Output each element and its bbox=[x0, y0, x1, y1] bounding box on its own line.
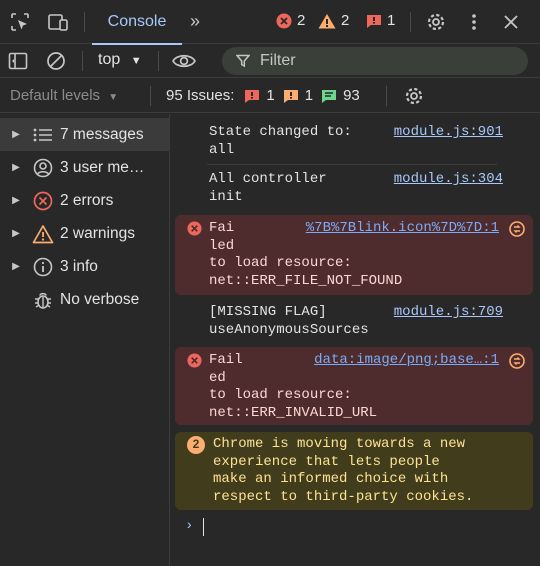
issues-badge[interactable]: 1 bbox=[366, 12, 395, 29]
console-messages: State changed to: all module.js:901 All … bbox=[171, 114, 540, 566]
error-icon bbox=[187, 353, 202, 368]
tab-console[interactable]: Console bbox=[92, 0, 182, 45]
context-selector[interactable]: top ▼ bbox=[98, 51, 142, 69]
network-request-icon[interactable] bbox=[509, 353, 525, 369]
console-message-warning: 2 Chrome is moving towards a new experie… bbox=[175, 432, 533, 510]
console-input-caret[interactable] bbox=[203, 518, 204, 536]
sidebar-item-label: 2 warnings bbox=[60, 224, 135, 242]
console-message-log: All controller init module.js:304 bbox=[175, 171, 533, 207]
info-icon bbox=[26, 257, 60, 277]
settings-gear-icon[interactable] bbox=[424, 10, 448, 34]
issue-warning-count: 1 bbox=[304, 87, 314, 104]
toolbar-divider bbox=[84, 12, 85, 32]
network-request-icon[interactable] bbox=[509, 221, 525, 237]
live-expression-eye-icon[interactable] bbox=[172, 49, 196, 73]
error-icon bbox=[187, 221, 202, 236]
expand-arrow-icon[interactable]: ▶ bbox=[0, 228, 26, 239]
expand-arrow-icon[interactable]: ▶ bbox=[0, 261, 26, 272]
log-levels-dropdown[interactable]: Default levels ▼ bbox=[10, 87, 118, 104]
message-text: All controller init bbox=[209, 171, 327, 205]
error-icon bbox=[26, 191, 60, 211]
log-levels-label: Default levels bbox=[10, 87, 101, 104]
warnings-badge[interactable]: 2 bbox=[318, 12, 349, 29]
sidebar-item-info[interactable]: ▶ 3 info bbox=[0, 250, 170, 283]
issue-info-count: 93 bbox=[343, 87, 360, 104]
expand-arrow-icon[interactable]: ▶ bbox=[0, 129, 26, 140]
errors-count: 2 bbox=[297, 12, 306, 29]
chevron-down-icon: ▼ bbox=[130, 55, 142, 67]
toolbar-divider bbox=[150, 86, 151, 106]
sidebar-item-errors[interactable]: ▶ 2 errors bbox=[0, 184, 170, 217]
devtools-tab-bar: Console » 2 2 1 bbox=[0, 0, 540, 45]
message-source-link[interactable]: module.js:304 bbox=[394, 171, 503, 189]
console-sidebar: ▶ 7 messages ▶ 3 user me… ▶ 2 errors ▶ 2… bbox=[0, 114, 170, 566]
repeat-count-badge: 2 bbox=[187, 436, 205, 454]
warnings-count: 2 bbox=[341, 12, 350, 29]
sidebar-item-label: 2 errors bbox=[60, 191, 114, 209]
clear-console-icon[interactable] bbox=[44, 49, 68, 73]
sidebar-item-user-messages[interactable]: ▶ 3 user me… bbox=[0, 151, 170, 184]
sidebar-item-label: 3 info bbox=[60, 257, 98, 275]
user-icon bbox=[26, 158, 60, 178]
expand-arrow-icon[interactable]: ▶ bbox=[0, 195, 26, 206]
console-prompt-chevron-icon: › bbox=[185, 518, 194, 534]
message-text: [MISSING FLAG] useAnonymousSources bbox=[209, 304, 369, 338]
chevron-down-icon: ▼ bbox=[108, 92, 119, 103]
more-options-icon[interactable] bbox=[462, 10, 486, 34]
sidebar-item-label: No verbose bbox=[60, 290, 140, 308]
console-settings-gear-icon[interactable] bbox=[402, 84, 426, 108]
console-message-error: Fail ed to load resource: net::ERR_INVAL… bbox=[175, 347, 533, 425]
console-toolbar: top ▼ Filter bbox=[0, 44, 540, 78]
warning-icon bbox=[26, 224, 60, 244]
console-message-log: [MISSING FLAG] useAnonymousSources modul… bbox=[175, 304, 533, 340]
message-source-link[interactable]: module.js:709 bbox=[394, 304, 503, 322]
inspect-element-icon[interactable] bbox=[8, 10, 32, 34]
bug-icon bbox=[26, 290, 60, 310]
warning-icon bbox=[318, 13, 336, 28]
message-source-link[interactable]: data:image/png;base…:1 bbox=[314, 352, 499, 370]
sidebar-item-label: 3 user me… bbox=[60, 158, 145, 176]
message-source-link[interactable]: module.js:901 bbox=[394, 124, 503, 142]
console-message-error: Fai led to load resource: net::ERR_FILE_… bbox=[175, 215, 533, 295]
errors-badge[interactable]: 2 bbox=[276, 12, 305, 29]
expand-arrow-icon[interactable]: ▶ bbox=[0, 162, 26, 173]
issue-error-icon bbox=[245, 89, 260, 103]
sidebar-item-label: 7 messages bbox=[60, 125, 144, 143]
issues-count: 1 bbox=[387, 12, 396, 29]
filter-placeholder: Filter bbox=[260, 52, 296, 69]
sidebar-item-messages[interactable]: ▶ 7 messages bbox=[0, 118, 170, 151]
filter-funnel-icon bbox=[236, 54, 250, 68]
filter-input[interactable]: Filter bbox=[222, 47, 528, 75]
close-icon[interactable] bbox=[499, 10, 523, 34]
issue-error-count: 1 bbox=[266, 87, 275, 104]
toolbar-divider bbox=[158, 51, 159, 71]
message-source-link[interactable]: %7B%7Blink.icon%7D%7D:1 bbox=[306, 220, 499, 238]
error-icon bbox=[276, 13, 292, 28]
issue-info-icon bbox=[322, 89, 337, 103]
levels-toolbar: Default levels ▼ 95 Issues: 1 1 93 bbox=[0, 79, 540, 113]
list-icon bbox=[26, 128, 60, 142]
toolbar-divider bbox=[82, 51, 83, 71]
console-message-log: State changed to: all module.js:901 bbox=[175, 124, 533, 160]
context-label: top bbox=[98, 51, 121, 68]
issues-label: 95 Issues: bbox=[166, 87, 235, 104]
issue-warning-icon bbox=[283, 89, 298, 103]
message-text: Chrome is moving towards a new experienc… bbox=[213, 436, 474, 505]
sidebar-item-verbose[interactable]: No verbose bbox=[0, 283, 170, 316]
toolbar-divider bbox=[410, 12, 411, 32]
device-toolbar-icon[interactable] bbox=[46, 10, 70, 34]
message-text: State changed to: all bbox=[209, 124, 352, 158]
sidebar-toggle-icon[interactable] bbox=[6, 49, 30, 73]
message-divider bbox=[207, 164, 497, 165]
toolbar-divider bbox=[386, 86, 387, 106]
more-tabs-icon[interactable]: » bbox=[190, 11, 200, 32]
sidebar-item-warnings[interactable]: ▶ 2 warnings bbox=[0, 217, 170, 250]
issue-flag-icon bbox=[367, 14, 381, 28]
issues-counter[interactable]: 95 Issues: 1 1 93 bbox=[166, 87, 360, 104]
